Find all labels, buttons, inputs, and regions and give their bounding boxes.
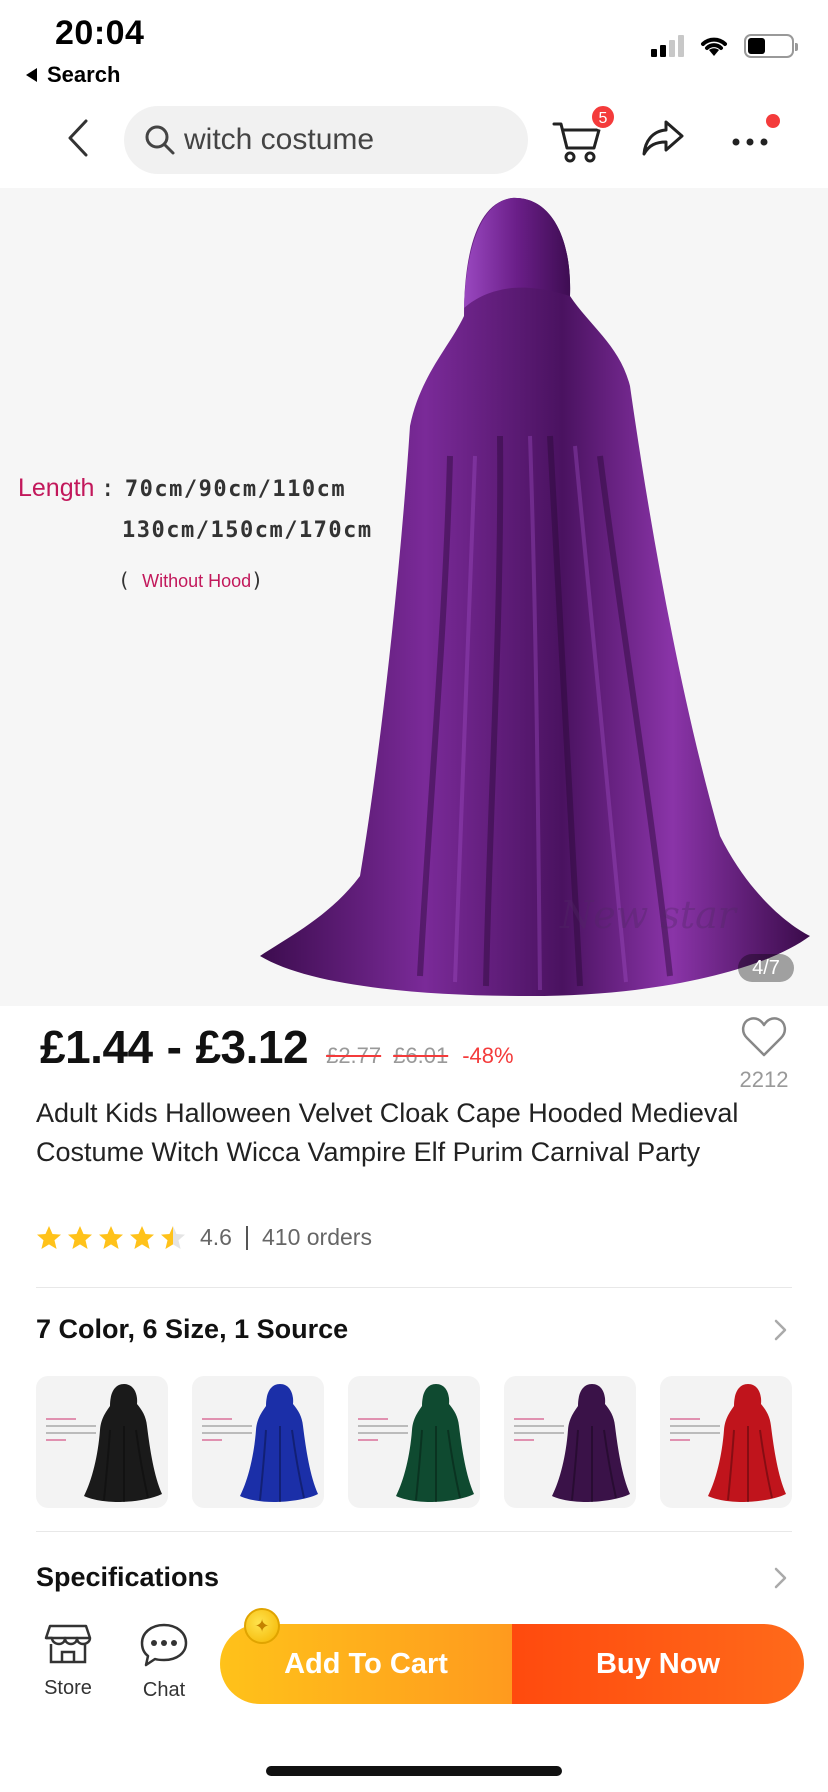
rating-separator [245, 1225, 248, 1250]
price-separator: - [166, 1021, 182, 1073]
cloak-thumbnail [708, 1384, 786, 1502]
cloak-thumbnail [84, 1384, 162, 1502]
star-icon [37, 1225, 61, 1249]
share-button[interactable] [640, 116, 690, 162]
buy-now-button[interactable]: Buy Now [512, 1624, 804, 1704]
star-icon [130, 1225, 154, 1249]
more-button[interactable] [728, 114, 784, 162]
rating-value: 4.6 [200, 1224, 232, 1250]
divider [36, 1531, 792, 1532]
product-image-gallery[interactable]: Length:70cm/90cm/110cm 130cm/150cm/170cm… [0, 188, 828, 1006]
heart-icon [741, 1017, 787, 1057]
length-colon: : [100, 474, 115, 502]
chevron-left-icon [68, 119, 88, 157]
orders-count: 410 orders [261, 1224, 372, 1250]
cart-button[interactable]: 5 [552, 104, 616, 166]
chevron-right-icon [774, 1319, 787, 1340]
divider [36, 1287, 792, 1288]
more-dots-icon [732, 138, 768, 146]
price-high: £3.12 [195, 1021, 309, 1073]
discount-badge: -48% [462, 1043, 514, 1068]
notification-dot [766, 114, 780, 128]
specifications-heading: Specifications [36, 1562, 220, 1592]
variant-swatch[interactable] [348, 1376, 480, 1508]
chevron-right-icon [774, 1567, 787, 1588]
length-note: ( Without Hood) [118, 568, 264, 592]
price-row: £1.44 - £3.12 £2.77 £6.01 -48% [40, 1020, 514, 1074]
length-sizes-1: 70cm/90cm/110cm [124, 477, 347, 502]
back-button[interactable] [56, 116, 100, 160]
variant-swatch[interactable] [660, 1376, 792, 1508]
product-title: Adult Kids Halloween Velvet Cloak Cape H… [36, 1098, 739, 1167]
cloak-thumbnail [240, 1384, 318, 1502]
cloak-thumbnail [552, 1384, 630, 1502]
back-triangle-icon [26, 68, 37, 82]
star-icon [99, 1225, 123, 1249]
coin-icon: ✦ [244, 1608, 280, 1644]
store-label: Store [44, 1677, 92, 1699]
variants-heading: 7 Color, 6 Size, 1 Source [36, 1314, 349, 1344]
status-bar: 20:04 Search [0, 0, 828, 92]
rating-row[interactable]: 4.6 410 orders [36, 1224, 372, 1251]
wifi-icon [701, 37, 727, 56]
store-icon [44, 1624, 92, 1664]
star-icon [68, 1225, 92, 1249]
specifications-row[interactable]: Specifications [36, 1562, 792, 1593]
rating-stars [36, 1225, 186, 1251]
variant-swatch[interactable] [36, 1376, 168, 1508]
image-watermark: New star [560, 893, 736, 937]
image-counter: 4/7 [738, 954, 794, 982]
search-input[interactable]: witch costume [124, 106, 528, 174]
cloak-product-image [260, 197, 810, 996]
home-indicator [266, 1766, 562, 1776]
variant-swatch[interactable] [192, 1376, 324, 1508]
price-low: £1.44 [40, 1021, 153, 1073]
chat-label: Chat [142, 1679, 186, 1701]
status-icons [651, 34, 798, 58]
purchase-buttons: Add To Cart Buy Now [220, 1624, 804, 1704]
top-nav: witch costume 5 [0, 92, 828, 188]
length-sizes-2: 130cm/150cm/170cm [122, 518, 373, 543]
search-query: witch costume [184, 123, 375, 156]
cloak-thumbnail [396, 1384, 474, 1502]
bottom-action-bar: Store Chat Add To Cart Buy Now [0, 1612, 828, 1712]
chat-icon [140, 1623, 188, 1667]
cart-count-badge: 5 [590, 104, 616, 130]
back-to-app-label: Search [47, 62, 121, 87]
back-to-app-link[interactable]: Search [26, 62, 120, 88]
variants-selector[interactable]: 7 Color, 6 Size, 1 Source [36, 1314, 792, 1345]
original-price-low: £2.77 [326, 1043, 382, 1068]
length-label: Length [18, 474, 95, 502]
wishlist-count: 2212 [739, 1067, 789, 1092]
variant-swatch[interactable] [504, 1376, 636, 1508]
status-time: 20:04 [55, 14, 145, 52]
star-icon [161, 1225, 185, 1249]
cellular-signal-icon [651, 35, 684, 57]
variant-swatches [36, 1376, 792, 1508]
store-button[interactable]: Store [28, 1622, 108, 1700]
battery-icon [744, 34, 798, 58]
chat-button[interactable]: Chat [124, 1622, 204, 1702]
search-icon [145, 125, 175, 155]
wishlist-button[interactable]: 2212 [736, 1016, 792, 1093]
without-hood-note: Without Hood [142, 571, 252, 591]
length-info: Length:70cm/90cm/110cm 130cm/150cm/170cm… [18, 474, 371, 592]
share-icon [642, 120, 684, 156]
original-price-high: £6.01 [393, 1043, 449, 1068]
